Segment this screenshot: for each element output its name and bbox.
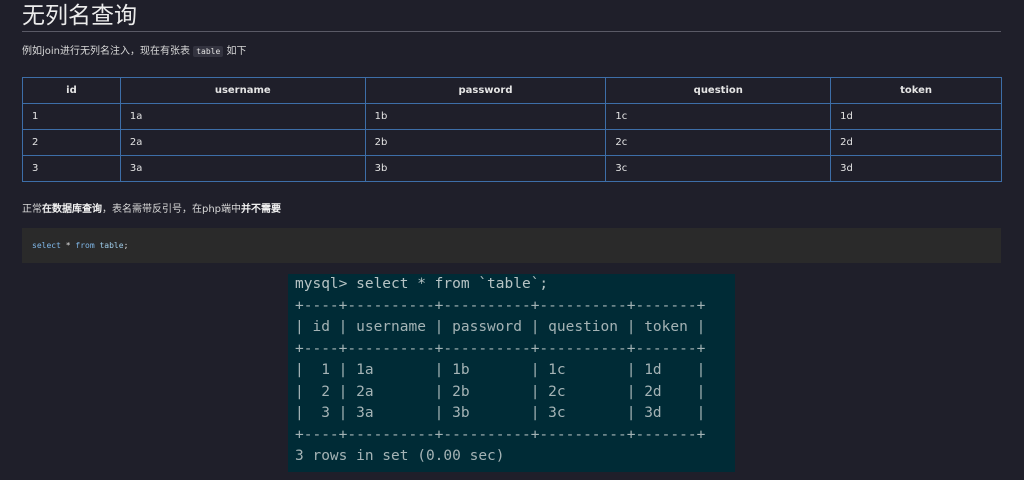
table-cell: 1b — [364, 103, 607, 130]
table-cell: 1d — [830, 103, 1002, 130]
table-cell: 3c — [605, 155, 832, 182]
table-cell: 2 — [22, 129, 121, 156]
terminal-border-top: +----+----------+----------+----------+-… — [295, 297, 706, 314]
column-header-username: username — [119, 77, 366, 104]
terminal-header-line: | id | username | password | question | … — [295, 319, 706, 335]
column-header-question: question — [605, 77, 832, 104]
terminal-row-line: | 1 | 1a | 1b | 1c | 1d | — [295, 362, 706, 378]
terminal-border-bottom: +----+----------+----------+----------+-… — [295, 426, 706, 443]
title-divider — [22, 31, 1001, 32]
column-header-id: id — [22, 77, 121, 104]
table-cell: 3d — [830, 155, 1002, 182]
article-page: 无列名查询 例如join进行无列名注入，现在有张表 table 如下 id us… — [0, 0, 1024, 480]
table-cell: 3 — [22, 155, 121, 182]
inline-code-table: table — [193, 46, 224, 57]
query-note-paragraph: 正常在数据库查询，表名需带反引号，在php端中并不需要 — [22, 202, 281, 218]
terminal-prompt-line: mysql> select * from `table`; — [295, 276, 549, 292]
column-header-password: password — [364, 77, 607, 104]
note-text-1: 正常 — [22, 204, 42, 215]
sql-code-block: select * from table; — [22, 228, 1001, 263]
table-row: 1 1a 1b 1c 1d — [22, 103, 1002, 130]
example-table: id username password question token 1 1a… — [22, 77, 1002, 182]
table-header-row: id username password question token — [22, 77, 1002, 104]
column-header-token: token — [830, 77, 1002, 104]
page-title: 无列名查询 — [22, 3, 137, 29]
table-row: 3 3a 3b 3c 3d — [22, 155, 1002, 182]
note-bold-1: 在数据库查询 — [42, 204, 102, 215]
table-cell: 2a — [119, 129, 366, 156]
intro-paragraph: 例如join进行无列名注入，现在有张表 table 如下 — [22, 44, 246, 60]
code-keyword-from: from — [75, 241, 95, 250]
table-row: 2 2a 2b 2c 2d — [22, 129, 1002, 156]
code-operator-star: * — [65, 241, 71, 250]
code-keyword-select: select — [32, 241, 61, 250]
terminal-border-mid: +----+----------+----------+----------+-… — [295, 340, 706, 357]
terminal-row-line: | 3 | 3a | 3b | 3c | 3d | — [295, 405, 706, 421]
table-cell: 3a — [119, 155, 366, 182]
note-bold-2: 并不需要 — [241, 204, 282, 215]
note-text-2: ，表名需带反引号，在php端中 — [102, 204, 242, 215]
table-cell: 1a — [119, 103, 366, 130]
code-identifier-table: table — [99, 241, 124, 250]
code-semicolon: ; — [123, 241, 129, 250]
terminal-row-line: | 2 | 2a | 2b | 2c | 2d | — [295, 383, 706, 400]
table-cell: 3b — [364, 155, 607, 182]
intro-text-before: 例如join进行无列名注入，现在有张表 — [22, 46, 191, 57]
table-cell: 1c — [605, 103, 832, 130]
intro-text-after: 如下 — [226, 46, 247, 57]
table-cell: 2b — [364, 129, 607, 156]
table-cell: 1 — [22, 103, 121, 130]
table-cell: 2c — [605, 129, 832, 156]
table-cell: 2d — [830, 129, 1002, 156]
terminal-footer-line: 3 rows in set (0.00 sec) — [295, 448, 505, 464]
terminal-screenshot: mysql> select * from `table`; +----+----… — [288, 274, 735, 472]
